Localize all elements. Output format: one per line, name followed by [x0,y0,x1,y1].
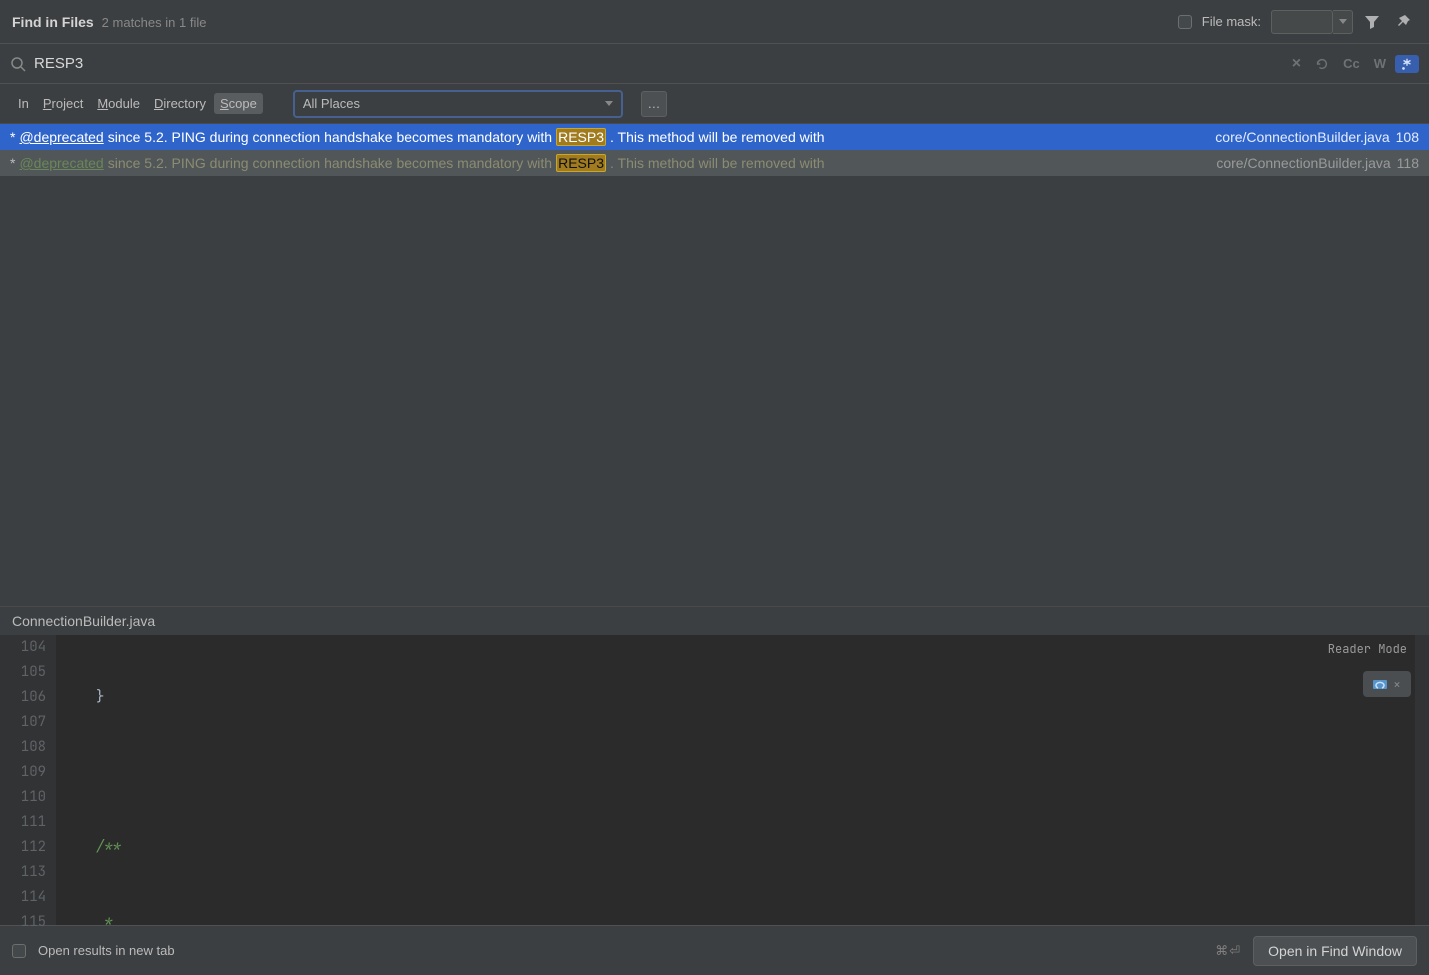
words-toggle[interactable]: W [1369,54,1391,73]
error-stripe[interactable] [1415,635,1429,925]
search-input[interactable] [34,55,1287,72]
filter-icon[interactable] [1359,9,1385,35]
shortcut-hint: ⌘⏎ [1215,943,1241,959]
result-text: . This method will be removed with [610,129,825,145]
open-in-find-window-button[interactable]: Open in Find Window [1253,936,1417,966]
scope-bar: In Project Module Directory Scope All Pl… [0,84,1429,124]
result-text: since 5.2. PING during connection handsh… [108,129,552,145]
scope-dropdown[interactable]: All Places [293,90,623,118]
result-prefix: * [10,129,15,145]
search-icon [10,56,26,72]
gutter: 104 105 106 107 108 109 110 111 112 113 … [0,635,56,925]
footer: Open results in new tab ⌘⏎ Open in Find … [0,925,1429,975]
result-file: core/ConnectionBuilder.java [1216,155,1390,171]
search-bar: × Cc W [0,44,1429,84]
result-row[interactable]: * @deprecated since 5.2. PING during con… [0,150,1429,176]
code-token: /** [64,835,121,860]
reader-mode-badge[interactable]: × [1363,671,1411,697]
result-text: since 5.2. PING during connection handsh… [108,155,552,171]
result-line: 118 [1397,155,1419,171]
clear-search-icon[interactable]: × [1287,53,1306,75]
code-preview: Reader Mode × 104 105 106 107 108 109 11… [0,635,1429,925]
result-text: . This method will be removed with [610,155,825,171]
file-mask-checkbox[interactable] [1178,15,1192,29]
code-token: } [64,685,104,710]
dialog-title: Find in Files [12,14,94,30]
scope-more-button[interactable]: … [641,91,667,117]
code-token: * [64,910,113,925]
result-match: RESP3 [556,128,606,146]
preview-filename: ConnectionBuilder.java [0,606,1429,635]
results-list: * @deprecated since 5.2. PING during con… [0,124,1429,176]
match-case-toggle[interactable]: Cc [1338,54,1365,73]
pin-icon[interactable] [1391,9,1417,35]
scope-prefix: In [12,93,35,114]
result-prefix: * [10,155,15,171]
result-line: 108 [1396,129,1419,145]
open-new-tab-label: Open results in new tab [38,943,175,958]
scope-tab-directory[interactable]: Directory [148,93,212,114]
file-mask-input[interactable] [1271,10,1333,34]
regex-toggle[interactable] [1395,55,1419,73]
result-match: RESP3 [556,154,606,172]
scope-tab-module[interactable]: Module [91,93,146,114]
result-row[interactable]: * @deprecated since 5.2. PING during con… [0,124,1429,150]
reader-mode-label[interactable]: Reader Mode [1328,641,1407,657]
match-count: 2 matches in 1 file [102,15,207,30]
results-blank-area [0,176,1429,606]
reader-mode-icon [1373,678,1387,690]
scope-tab-project[interactable]: Project [37,93,89,114]
titlebar: Find in Files 2 matches in 1 file File m… [0,0,1429,44]
result-file: core/ConnectionBuilder.java [1215,129,1389,145]
history-icon[interactable] [1310,55,1334,73]
result-doctag: @deprecated [19,155,103,171]
code-area[interactable]: } /** * * @deprecated since 5.2. PING du… [56,635,1429,925]
file-mask-dropdown[interactable] [1333,10,1353,34]
scope-tab-scope[interactable]: Scope [214,93,263,114]
file-mask-label: File mask: [1202,14,1261,29]
open-new-tab-checkbox[interactable] [12,944,26,958]
scope-selected: All Places [303,96,360,111]
result-doctag: @deprecated [19,129,103,145]
close-icon[interactable]: × [1393,676,1401,693]
